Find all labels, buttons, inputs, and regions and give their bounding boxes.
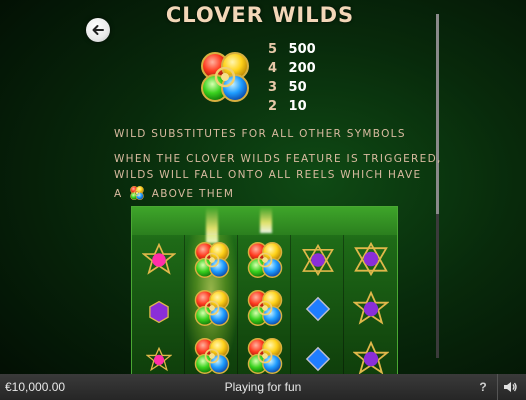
payout-table: 5 500 4 200 3 50 2 10 — [268, 40, 316, 116]
payout-row: 3 50 — [268, 78, 316, 97]
reel-column — [132, 235, 185, 375]
payout-row: 5 500 — [268, 40, 316, 59]
triangle-gem-icon — [301, 243, 335, 277]
triangle-gem-icon — [353, 241, 389, 277]
payout-value: 200 — [288, 61, 316, 76]
clover-wild-icon — [242, 237, 288, 283]
rule-text-line: A ABOVE THEM — [114, 184, 234, 202]
payout-count: 2 — [268, 99, 278, 114]
diamond-gem-icon — [304, 295, 332, 323]
four-leaf-clover-gem-icon — [193, 44, 257, 110]
clover-wild-icon — [189, 237, 235, 283]
footer-divider — [497, 374, 498, 400]
star-gem-icon — [353, 291, 389, 327]
speaker-icon[interactable] — [502, 379, 518, 395]
clover-wild-icon — [189, 333, 235, 376]
rule-text: A — [114, 188, 123, 200]
payout-value: 500 — [288, 42, 316, 57]
star-gem-icon — [142, 243, 176, 277]
reel-column — [291, 235, 344, 375]
reel-column — [238, 235, 291, 375]
page-title: CLOVER WILDS — [165, 3, 355, 27]
star-gem-icon — [146, 347, 172, 373]
payout-row: 4 200 — [268, 59, 316, 78]
payout-count: 5 — [268, 42, 278, 57]
rule-text: WHEN THE CLOVER WILDS FEATURE IS TRIGGER… — [114, 153, 442, 165]
payout-value: 50 — [288, 80, 307, 95]
falling-wild-trail — [260, 207, 272, 233]
scrollbar[interactable] — [436, 14, 439, 358]
play-mode-label: Playing for fun — [224, 380, 302, 394]
rule-text: WILDS WILL FALL ONTO ALL REELS WHICH HAV… — [114, 169, 422, 181]
diamond-gem-icon — [304, 345, 332, 373]
scrollbar-thumb[interactable] — [436, 14, 439, 214]
star-gem-icon — [353, 341, 389, 376]
clover-wild-icon — [242, 285, 288, 331]
payout-row: 2 10 — [268, 97, 316, 116]
rule-text: WILD SUBSTITUTES FOR ALL OTHER SYMBOLS — [114, 128, 406, 140]
rule-text: ABOVE THEM — [151, 188, 235, 200]
payout-value: 10 — [288, 99, 307, 114]
clover-wild-icon — [242, 333, 288, 376]
reel-column — [344, 235, 396, 375]
clover-inline-icon — [128, 184, 146, 202]
clover-wild-icon — [189, 285, 235, 331]
help-button[interactable]: ? — [476, 374, 490, 400]
footer-bar: €10,000.00 Playing for fun ? — [0, 374, 526, 400]
reel-preview — [131, 206, 398, 376]
hex-gem-icon — [146, 299, 172, 325]
payout-count: 4 — [268, 61, 278, 76]
payout-count: 3 — [268, 80, 278, 95]
reel-column — [185, 235, 238, 375]
